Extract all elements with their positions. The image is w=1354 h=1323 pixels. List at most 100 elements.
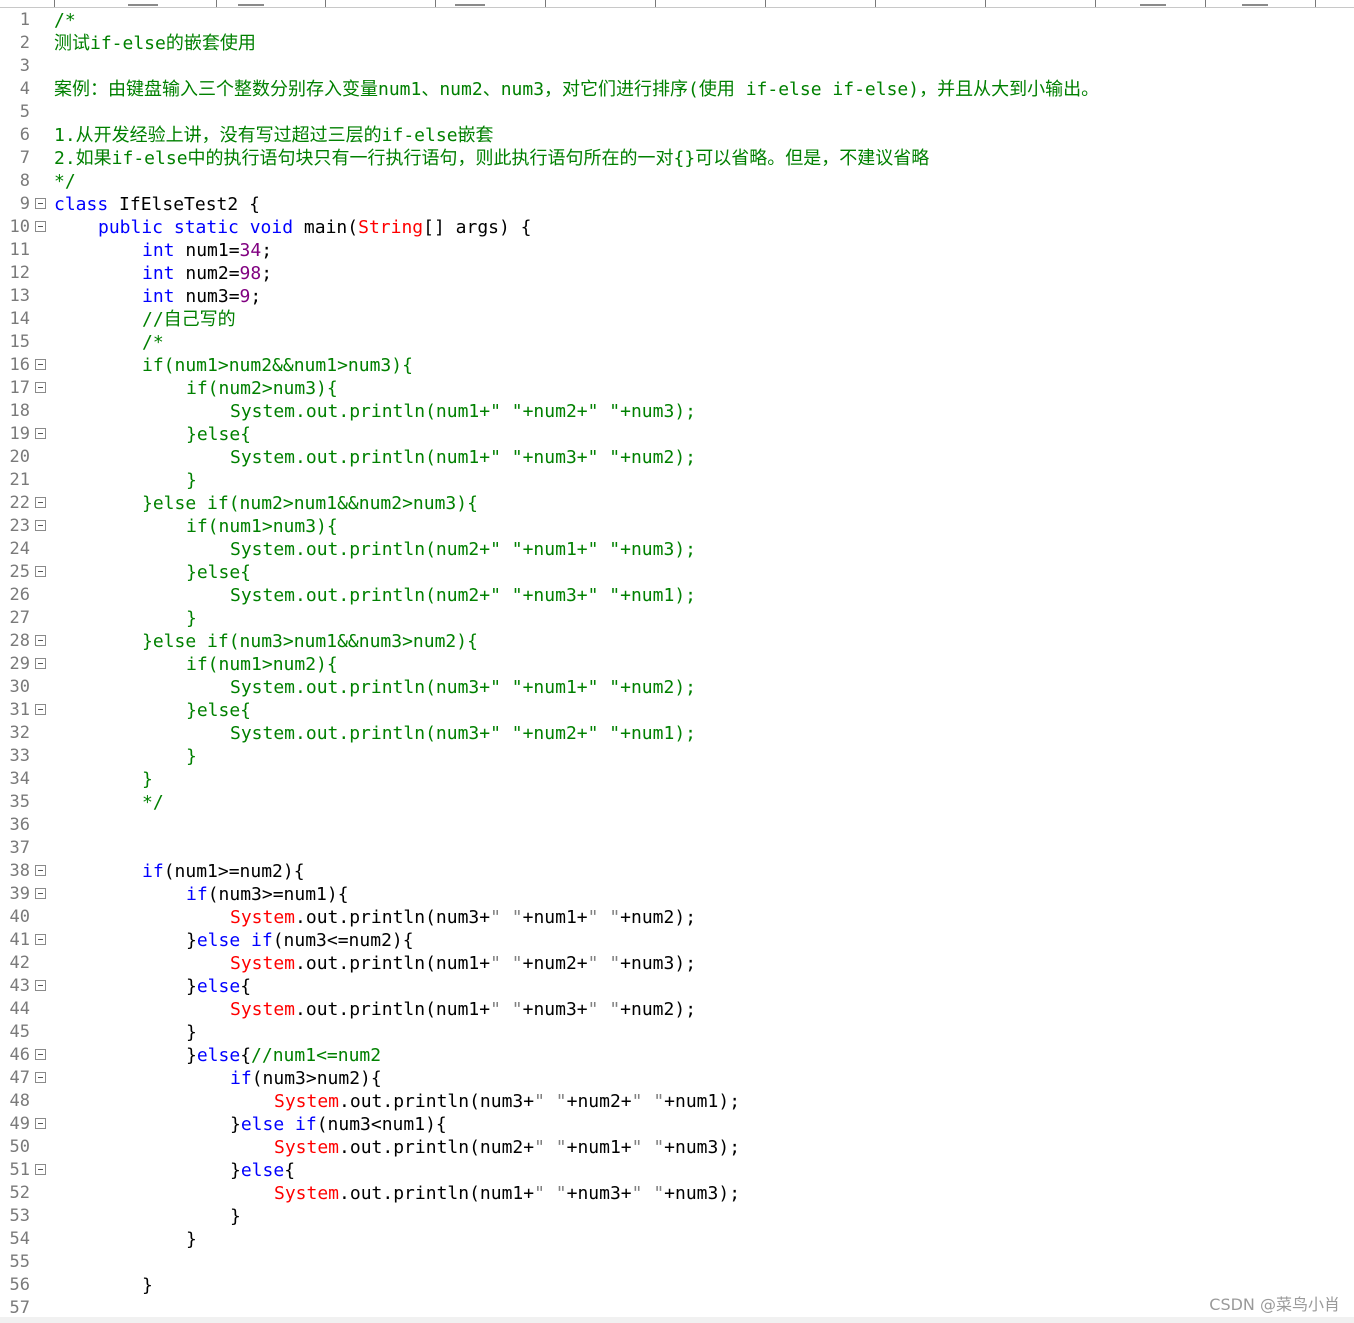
code-line[interactable]: 37 [0,837,1354,860]
code-line[interactable]: 53} [0,1205,1354,1228]
code-line[interactable]: 41}else if(num3<=num2){ [0,929,1354,952]
code-line[interactable]: 19}else{ [0,423,1354,446]
code-line[interactable]: 46}else{//num1<=num2 [0,1044,1354,1067]
code-line[interactable]: 3 [0,55,1354,78]
ruler-tick [655,0,656,7]
code-line[interactable]: 56} [0,1274,1354,1297]
fold-toggle-icon[interactable] [35,865,46,876]
code-line[interactable]: 21} [0,469,1354,492]
code-line[interactable]: 51}else{ [0,1159,1354,1182]
code-line[interactable]: 54} [0,1228,1354,1251]
code-line[interactable]: 1 /* [0,9,1354,32]
code-line[interactable]: 33} [0,745,1354,768]
line-number: 6 [19,125,30,145]
code-line[interactable]: 17 if(num2>num3){ [0,377,1354,400]
code-line[interactable]: 7 2.如果if-else中的执行语句块只有一行执行语句，则此执行语句所在的一对{… [0,147,1354,170]
line-number: 51 [9,1160,30,1180]
line-number: 20 [9,447,30,467]
fold-toggle-icon[interactable] [35,1118,46,1129]
fold-toggle-icon[interactable] [35,980,46,991]
code-line[interactable]: 49}else if(num3<num1){ [0,1113,1354,1136]
fold-toggle-icon[interactable] [35,198,46,209]
code-line[interactable]: 50 System.out.println(num2+" "+num1+" "+n… [0,1136,1354,1159]
ruler-tick [985,0,986,7]
code-token-plain: +num3); [664,1183,741,1204]
code-line[interactable]: 30 System.out.println(num3+" "+num1+" "+n… [0,676,1354,699]
code-line[interactable]: 45} [0,1021,1354,1044]
code-line[interactable]: 15 /* [0,331,1354,354]
bottom-scrollbar[interactable] [0,1317,1354,1323]
code-line[interactable]: 10 public static void main(String[] args)… [0,216,1354,239]
line-number: 4 [19,79,30,99]
fold-toggle-icon[interactable] [35,520,46,531]
code-line[interactable]: 18 System.out.println(num1+" "+num2+" "+n… [0,400,1354,423]
code-line[interactable]: 35 */ [0,791,1354,814]
code-line[interactable]: 6 1.从开发经验上讲，没有写过超过三层的if-else嵌套 [0,124,1354,147]
fold-toggle-icon[interactable] [35,888,46,899]
code-token-plain: .out.println(num3+ [339,1091,535,1112]
code-token-plain: +num1+ [566,1137,632,1158]
code-text: }else if(num2>num1&&num2>num3){ [142,492,478,515]
code-editor[interactable]: 1/* 2 测试if-else的嵌套使用 3 4 案例：由键盘输入三个整数分别存入变量nu… [0,9,1354,1320]
code-line[interactable]: 16 if(num1>num2&&num1>num3){ [0,354,1354,377]
fold-toggle-icon[interactable] [35,359,46,370]
code-line[interactable]: 48 System.out.println(num3+" "+num2+" "+n… [0,1090,1354,1113]
code-line[interactable]: 11 int num1=34; [0,239,1354,262]
ruler-mark [1242,0,1268,6]
code-line[interactable]: 44 System.out.println(num1+" "+num3+" "+n… [0,998,1354,1021]
ruler-mark [128,0,158,6]
ruler-tick [875,0,876,7]
fold-toggle-icon[interactable] [35,382,46,393]
fold-toggle-icon[interactable] [35,1164,46,1175]
fold-toggle-icon[interactable] [35,1072,46,1083]
line-number: 11 [9,240,30,260]
line-number: 41 [9,930,30,950]
fold-toggle-icon[interactable] [35,1049,46,1060]
code-line[interactable]: 36 [0,814,1354,837]
code-line[interactable]: 34} [0,768,1354,791]
code-line[interactable]: 22}else if(num2>num1&&num2>num3){ [0,492,1354,515]
code-token-plain: +num1); [664,1091,741,1112]
code-line[interactable]: 5 [0,101,1354,124]
code-token-plain: num3= [174,286,240,307]
code-line[interactable]: 40 System.out.println(num3+" "+num1+" "+n… [0,906,1354,929]
fold-toggle-icon[interactable] [35,658,46,669]
code-line[interactable]: 43}else{ [0,975,1354,998]
fold-toggle-icon[interactable] [35,934,46,945]
code-line[interactable]: 12 int num2=98; [0,262,1354,285]
fold-toggle-icon[interactable] [35,497,46,508]
code-line[interactable]: 29 if(num1>num2){ [0,653,1354,676]
code-line[interactable]: 14 //自己写的 [0,308,1354,331]
code-line[interactable]: 42 System.out.println(num1+" "+num2+" "+n… [0,952,1354,975]
code-line[interactable]: 8 */ [0,170,1354,193]
code-line[interactable]: 55 [0,1251,1354,1274]
ruler-mark [238,0,264,6]
code-line[interactable]: 25}else{ [0,561,1354,584]
line-number: 2 [19,33,30,53]
code-line[interactable]: 39 if(num3>=num1){ [0,883,1354,906]
code-token-comment: System.out.println(num2+" "+num1+" "+num… [230,539,696,560]
fold-toggle-icon[interactable] [35,221,46,232]
code-line[interactable]: 13 int num3=9; [0,285,1354,308]
code-line[interactable]: 9 class IfElseTest2 { [0,193,1354,216]
code-line[interactable]: 32 System.out.println(num3+" "+num2+" "+n… [0,722,1354,745]
code-line[interactable]: 24 System.out.println(num2+" "+num1+" "+n… [0,538,1354,561]
code-line[interactable]: 52 System.out.println(num1+" "+num3+" "+n… [0,1182,1354,1205]
fold-toggle-icon[interactable] [35,428,46,439]
fold-toggle-icon[interactable] [35,635,46,646]
code-line[interactable]: 38 if(num1>=num2){ [0,860,1354,883]
code-text: int num2=98; [142,262,272,285]
code-token-plain: +num1+ [522,907,588,928]
code-line[interactable]: 28}else if(num3>num1&&num3>num2){ [0,630,1354,653]
code-token-plain: ; [261,240,273,261]
code-line[interactable]: 26 System.out.println(num2+" "+num3+" "+n… [0,584,1354,607]
fold-toggle-icon[interactable] [35,704,46,715]
code-line[interactable]: 20 System.out.println(num1+" "+num3+" "+n… [0,446,1354,469]
code-line[interactable]: 23 if(num1>num3){ [0,515,1354,538]
fold-toggle-icon[interactable] [35,566,46,577]
code-line[interactable]: 47 if(num3>num2){ [0,1067,1354,1090]
code-line[interactable]: 2 测试if-else的嵌套使用 [0,32,1354,55]
code-line[interactable]: 27} [0,607,1354,630]
code-line[interactable]: 31}else{ [0,699,1354,722]
code-line[interactable]: 4 案例：由键盘输入三个整数分别存入变量num1、num2、num3，对它们进行排… [0,78,1354,101]
